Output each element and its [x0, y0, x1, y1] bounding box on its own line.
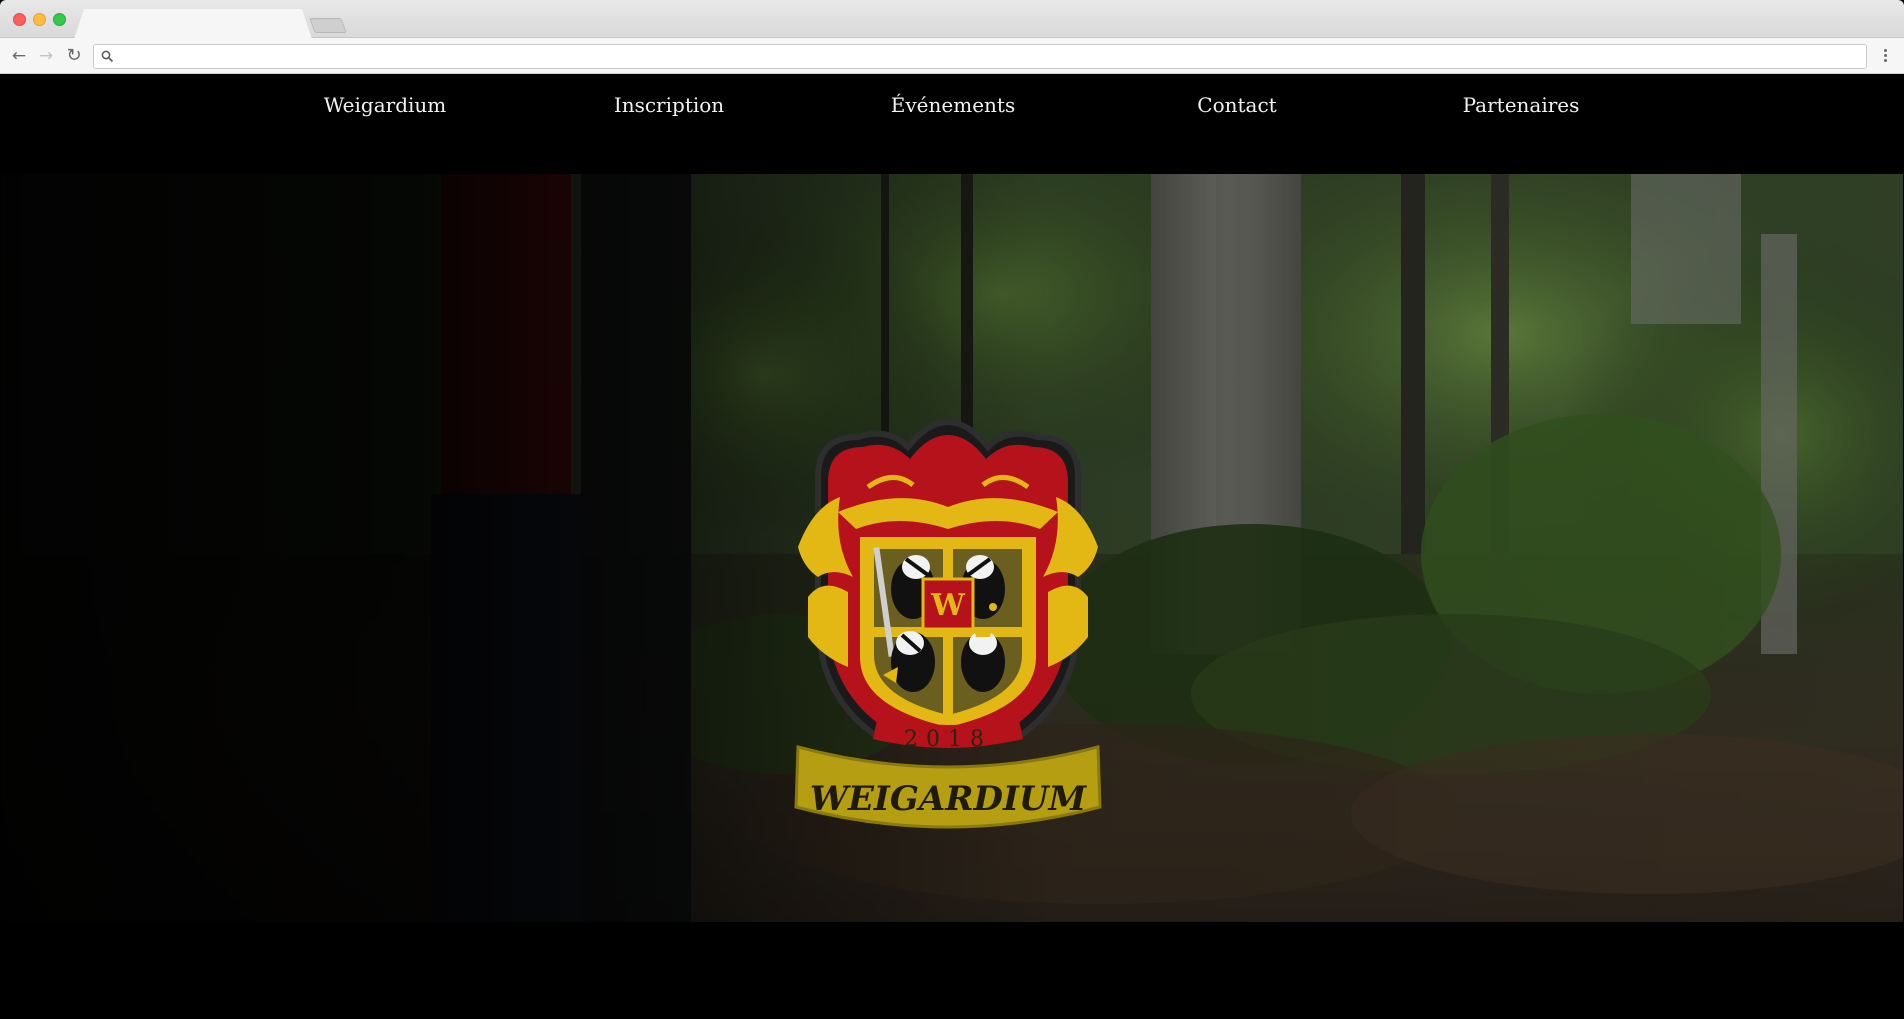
back-arrow-icon[interactable]: ← [9, 46, 29, 66]
nav-link-inscription[interactable]: Inscription [614, 90, 724, 120]
address-bar[interactable] [93, 44, 1867, 69]
weigardium-crest-logo: W 2018 WEIGARDIUM [794, 418, 1102, 829]
crest-name: WEIGARDIUM [810, 779, 1088, 819]
address-input[interactable] [122, 47, 1852, 66]
nav-link-partenaires[interactable]: Partenaires [1463, 90, 1580, 120]
browser-tab[interactable] [74, 9, 312, 39]
new-tab-button[interactable] [309, 18, 347, 33]
search-icon [101, 50, 114, 63]
reload-icon[interactable]: ↻ [64, 46, 84, 66]
crest-monogram: W [930, 588, 966, 623]
browser-toolbar: ← → ↻ [0, 38, 1904, 74]
nav-link-contact[interactable]: Contact [1197, 90, 1276, 120]
page-bottom [1, 922, 1903, 1018]
title-bar [0, 0, 1904, 38]
crest-year: 2018 [904, 727, 992, 752]
nav-link-weigardium[interactable]: Weigardium [324, 90, 447, 120]
page-viewport: Weigardium Inscription Événements Contac… [1, 75, 1903, 1018]
hero-video: W 2018 WEIGARDIUM [1, 174, 1903, 922]
minimize-window-button[interactable] [33, 13, 46, 26]
browser-window: ← → ↻ Weigardium Inscription Événements … [0, 0, 1904, 1019]
nav-link-evenements[interactable]: Événements [891, 90, 1015, 120]
zoom-window-button[interactable] [53, 13, 66, 26]
site-navigation: Weigardium Inscription Événements Contac… [1, 75, 1903, 173]
browser-menu-icon[interactable] [1880, 47, 1890, 65]
close-window-button[interactable] [13, 13, 26, 26]
forward-arrow-icon[interactable]: → [36, 46, 56, 66]
